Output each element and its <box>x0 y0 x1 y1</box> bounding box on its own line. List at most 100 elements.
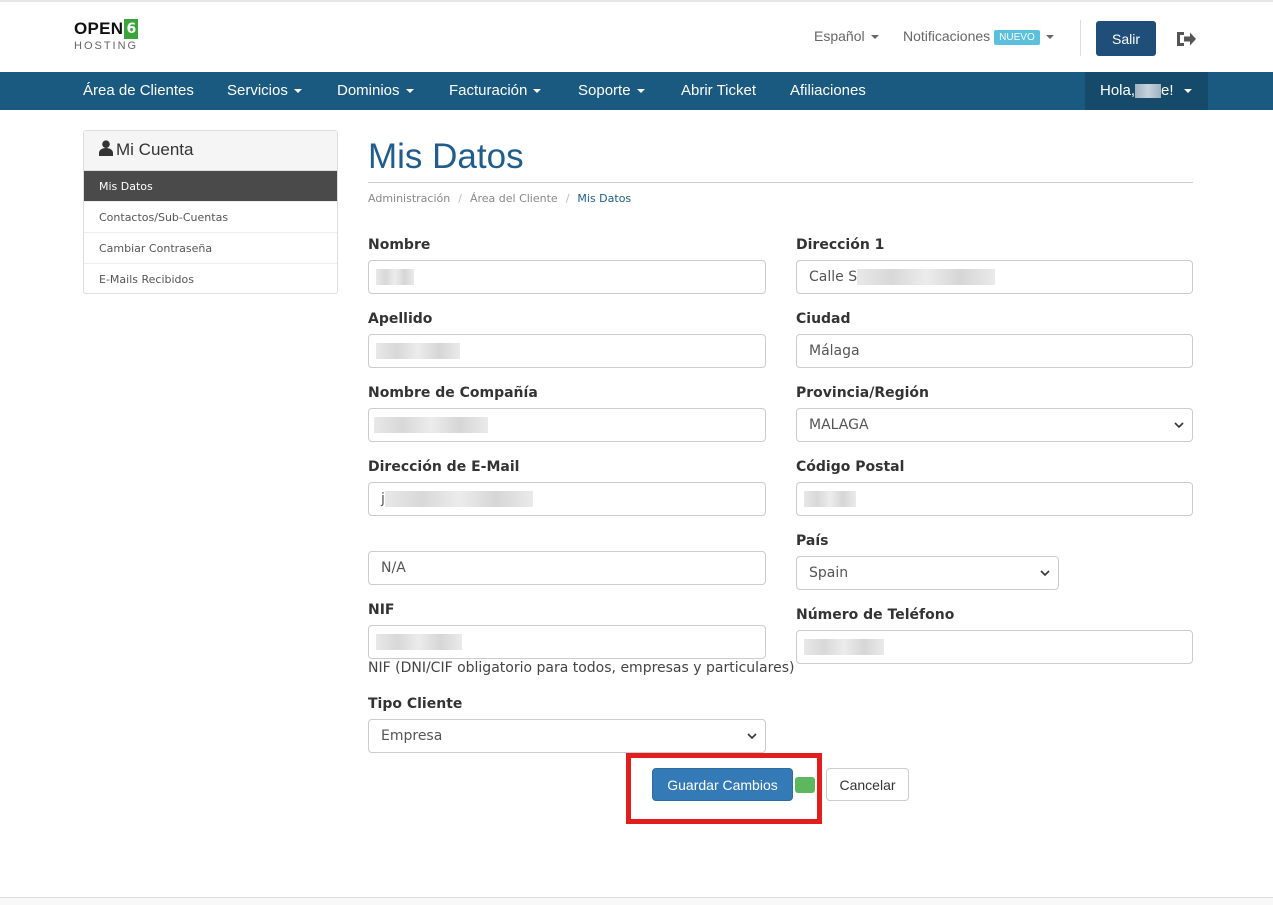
sign-out-icon[interactable] <box>1175 29 1197 49</box>
extra-field[interactable]: N/A <box>368 551 766 585</box>
logo-subtitle: HOSTING <box>74 40 139 52</box>
new-badge: NUEVO <box>994 29 1040 45</box>
main-nav: Área de Clientes Servicios Dominios Fact… <box>0 72 1273 110</box>
ciudad-label: Ciudad <box>796 311 851 327</box>
notifications-label: Notificaciones <box>903 28 991 44</box>
apellido-label: Apellido <box>368 311 433 327</box>
cancel-button[interactable]: Cancelar <box>826 768 909 801</box>
breadcrumb-separator: / <box>565 192 570 205</box>
chevron-down-icon <box>636 89 645 94</box>
chevron-down-icon <box>533 89 542 94</box>
greeting-prefix: Hola, <box>1100 82 1136 99</box>
nav-label: Soporte <box>578 82 631 99</box>
nav-label: Área de Clientes <box>83 82 194 99</box>
chevron-down-icon <box>405 89 414 94</box>
country-select[interactable]: Spain <box>796 556 1059 590</box>
nav-support[interactable]: Soporte <box>578 72 645 110</box>
sidebar-title: Mi Cuenta <box>116 140 194 159</box>
tipo-cliente-label: Tipo Cliente <box>368 696 463 712</box>
redacted-value <box>376 269 414 285</box>
nav-label: Facturación <box>449 82 528 99</box>
city-field[interactable]: Málaga <box>796 334 1193 368</box>
redacted-value <box>804 639 884 655</box>
tipo-cliente-select[interactable]: Empresa <box>368 719 766 753</box>
telefono-label: Número de Teléfono <box>796 607 955 623</box>
nav-client-area[interactable]: Área de Clientes <box>83 72 194 110</box>
sidebar-item-change-password[interactable]: Cambiar Contraseña <box>84 233 337 264</box>
language-label: Español <box>814 28 865 44</box>
header-divider <box>1080 20 1081 56</box>
sidebar-item-mis-datos[interactable]: Mis Datos <box>84 171 337 202</box>
user-icon <box>99 140 113 156</box>
breadcrumb-current: Mis Datos <box>577 192 632 205</box>
email-field[interactable]: j <box>368 482 766 516</box>
redacted-value <box>804 491 856 507</box>
chevron-down-icon <box>293 89 302 94</box>
nav-label: Abrir Ticket <box>681 82 757 99</box>
nav-billing[interactable]: Facturación <box>449 72 542 110</box>
sidebar-item-label: Contactos/Sub-Cuentas <box>99 211 229 224</box>
city-value: Málaga <box>809 343 860 359</box>
nav-label: Servicios <box>227 82 288 99</box>
notifications-dropdown[interactable]: Notificaciones NUEVO <box>903 28 1054 45</box>
redacted-name <box>1135 84 1162 99</box>
compania-label: Nombre de Compañía <box>368 385 538 401</box>
nif-label: NIF <box>368 602 395 618</box>
redacted-value <box>376 634 462 650</box>
sidebar-item-label: E-Mails Recibidos <box>99 273 194 286</box>
postal-label: Código Postal <box>796 459 905 475</box>
sidebar-item-label: Mis Datos <box>99 180 153 193</box>
tipo-cliente-value: Empresa <box>381 728 443 744</box>
email-label: Dirección de E-Mail <box>368 459 520 475</box>
user-menu[interactable]: Hola, e! <box>1085 72 1208 110</box>
sidebar-item-label: Cambiar Contraseña <box>99 242 213 255</box>
apellido-field[interactable] <box>368 334 766 368</box>
nav-domains[interactable]: Dominios <box>337 72 414 110</box>
chevron-down-icon <box>1045 35 1054 40</box>
address-field[interactable]: Calle S <box>796 260 1193 294</box>
logout-button[interactable]: Salir <box>1096 21 1156 56</box>
open6-logo[interactable]: OPEN 6 HOSTING <box>74 19 144 57</box>
header: OPEN 6 HOSTING Español Notificaciones NUEV… <box>0 2 1273 72</box>
postal-code-field[interactable] <box>796 482 1193 516</box>
nav-affiliates[interactable]: Afiliaciones <box>790 72 866 110</box>
breadcrumb-separator: / <box>458 192 462 205</box>
pais-label: País <box>796 533 829 549</box>
chevron-down-icon <box>1183 89 1192 94</box>
nombre-label: Nombre <box>368 237 431 253</box>
redacted-value <box>376 343 460 359</box>
redacted-value <box>384 491 533 507</box>
company-field[interactable] <box>368 408 766 442</box>
logo-brand: OPEN <box>74 19 124 38</box>
nombre-field[interactable] <box>368 260 766 294</box>
language-dropdown[interactable]: Español <box>814 28 879 44</box>
chevron-down-icon <box>1174 422 1184 429</box>
sidebar-item-contacts[interactable]: Contactos/Sub-Cuentas <box>84 202 337 233</box>
chevron-down-icon <box>747 733 757 740</box>
logo-digit: 6 <box>124 19 139 39</box>
redacted-value <box>374 417 488 433</box>
chevron-down-icon <box>870 35 879 40</box>
chevron-down-icon <box>1040 570 1050 577</box>
nav-services[interactable]: Servicios <box>227 72 302 110</box>
direccion-label: Dirección 1 <box>796 237 885 253</box>
phone-field[interactable] <box>796 630 1193 664</box>
nif-help-text: NIF (DNI/CIF obligatorio para todos, emp… <box>368 660 795 676</box>
redacted-value <box>857 269 996 285</box>
province-select[interactable]: MALAGA <box>796 408 1193 442</box>
sidebar-header: Mi Cuenta <box>84 131 337 171</box>
breadcrumb-client-area[interactable]: Área del Cliente <box>470 192 558 205</box>
footer <box>0 898 1273 905</box>
nav-open-ticket[interactable]: Abrir Ticket <box>681 72 756 110</box>
extra-value: N/A <box>381 560 406 576</box>
breadcrumb-admin[interactable]: Administración <box>368 192 450 205</box>
nif-field[interactable] <box>368 625 766 659</box>
breadcrumb: Administración / Área del Cliente / Mis Dato… <box>368 192 631 205</box>
greeting-suffix: e! <box>1161 82 1174 99</box>
page-title: Mis Datos <box>368 137 524 176</box>
provincia-label: Provincia/Región <box>796 385 930 401</box>
address-prefix: Calle S <box>809 269 858 285</box>
sidebar-item-emails[interactable]: E-Mails Recibidos <box>84 264 337 295</box>
nav-label: Afiliaciones <box>790 82 866 99</box>
nav-label: Dominios <box>337 82 400 99</box>
